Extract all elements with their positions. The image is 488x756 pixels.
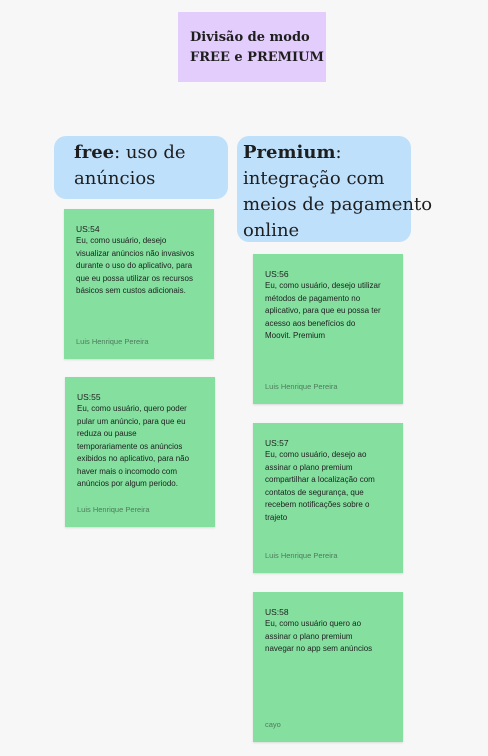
story-text-line: recebem notificações sobre o — [265, 500, 370, 509]
free-column-header[interactable]: free: uso de anúncios — [54, 136, 228, 199]
story-author: Luis Henrique Pereira — [77, 505, 150, 514]
premium-column-header[interactable]: Premium: integração com meios de pagamen… — [237, 136, 433, 242]
user-story-note-us55[interactable]: US:55 Eu, como usuário, quero poder pula… — [65, 377, 215, 527]
premium-header-rest: : — [335, 142, 342, 163]
story-text-line: compartilhar a localização com — [265, 475, 375, 484]
premium-header-bold: Premium — [243, 142, 336, 163]
free-header-rest: : uso de — [114, 142, 186, 163]
story-text-line: navegar no app sem anúncios — [265, 644, 373, 653]
story-text-line: aplicativo, para que eu possa ter — [265, 306, 381, 315]
premium-header-line-1: Premium: — [243, 140, 411, 166]
story-id: US:56 — [265, 269, 289, 279]
user-story-note-us58[interactable]: US:58 Eu, como usuário quero ao assinar … — [253, 592, 403, 742]
story-text-line: que eu possa utilizar os recursos — [76, 273, 193, 283]
story-id: US:57 — [265, 438, 289, 448]
board-title-note[interactable]: Divisão de modo FREE e PREMIUM — [178, 12, 326, 82]
story-text-line: métodos de pagamento no — [265, 293, 361, 303]
story-text-line: exibidos no aplicativo, para não — [77, 454, 190, 463]
story-author: Luis Henrique Pereira — [265, 551, 338, 560]
story-text-line: Eu, como usuário, desejo utilizar — [265, 281, 381, 290]
story-text-line: reduza ou pause — [77, 429, 137, 438]
free-header-line-1: free: uso de — [74, 140, 228, 166]
story-text-line: assinar o plano premium — [265, 631, 353, 641]
story-author: cayo — [265, 720, 281, 729]
premium-header-line-3: meios de pagamento — [243, 194, 433, 215]
story-text-line: contatos de segurança, que — [265, 487, 364, 497]
premium-header-line-4: online — [243, 220, 300, 241]
premium-header-line-2: integração com — [243, 168, 385, 189]
story-author: Luis Henrique Pereira — [76, 337, 149, 346]
story-text-line: pular um anúncio, para que eu — [77, 416, 186, 426]
user-story-note-us56[interactable]: US:56 Eu, como usuário, desejo utilizar … — [253, 254, 403, 404]
story-text-line: assinar o plano premium — [265, 462, 353, 472]
story-text-line: básicos sem custos adicionais. — [76, 286, 186, 295]
story-text-line: trajeto — [265, 512, 288, 522]
story-text-line: Eu, como usuário, desejo — [76, 236, 167, 245]
story-text-line: visualizar anúncios não invasivos — [76, 248, 195, 258]
board-title-line-2: FREE e PREMIUM — [190, 50, 324, 65]
board-title-line-1: Divisão de modo — [190, 30, 310, 45]
story-text-line: Eu, como usuário, quero poder — [77, 404, 187, 413]
user-story-note-us57[interactable]: US:57 Eu, como usuário, desejo ao assina… — [253, 423, 403, 573]
story-text-line: haver mais o incomodo com — [77, 466, 178, 476]
story-id: US:55 — [77, 392, 101, 402]
story-text-line: Moovit. Premium — [265, 331, 326, 340]
story-text-line: Eu, como usuário, desejo ao — [265, 450, 367, 459]
story-text-line: anúncios por algum periodo. — [77, 479, 178, 488]
story-text-line: durante o uso do aplicativo, para — [76, 261, 193, 270]
story-text-line: temporariamente os anúncios — [77, 441, 183, 451]
story-text-line: Eu, como usuário quero ao — [265, 619, 362, 628]
story-id: US:58 — [265, 607, 289, 617]
user-story-note-us54[interactable]: US:54 Eu, como usuário, desejo visualiza… — [64, 209, 214, 359]
story-id: US:54 — [76, 224, 100, 234]
story-text-line: acesso aos benefícios do — [265, 318, 356, 328]
free-header-bold: free — [74, 142, 115, 163]
story-author: Luis Henrique Pereira — [265, 382, 338, 391]
free-header-line-2: anúncios — [74, 168, 156, 189]
